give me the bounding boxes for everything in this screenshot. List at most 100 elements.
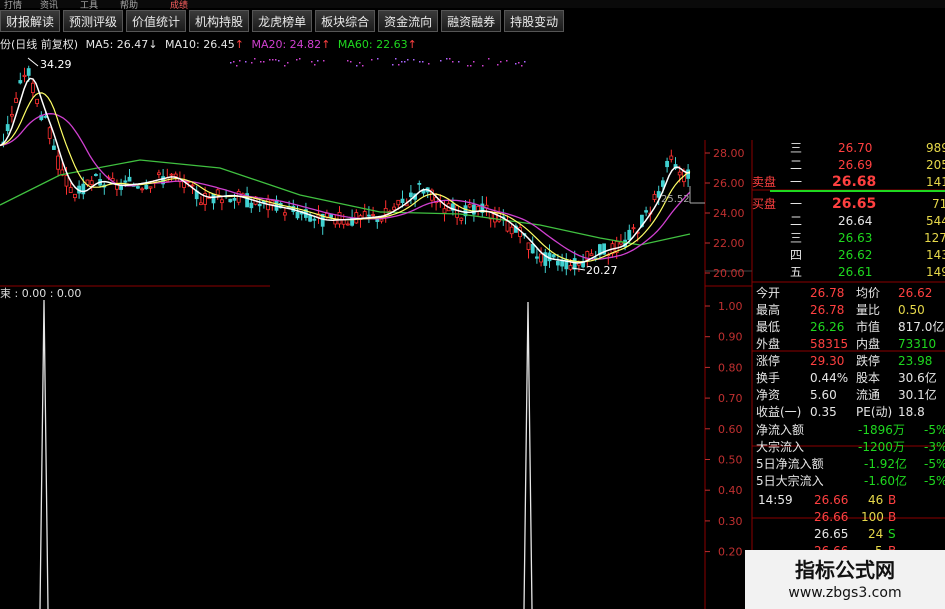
signal-dot (245, 61, 247, 63)
signal-dot (278, 60, 280, 62)
signal-dot (233, 61, 235, 63)
flow-row: 5日净流入额 -1.92亿 -5% (752, 456, 945, 473)
buy-level-5[interactable]: 五 26.61 149 (752, 264, 945, 281)
signal-dot (497, 64, 499, 66)
flow-row: 净流入额 -1896万 -5% (752, 422, 945, 439)
stat-key: 均价 (856, 286, 881, 300)
signal-dot (263, 61, 265, 63)
tick-price: 26.65 (814, 527, 849, 541)
indicator-axis-tick: 0.20 (718, 546, 743, 559)
buy-level-1[interactable]: 买盘 一 26.65 71 (752, 196, 945, 213)
signal-dot (458, 61, 460, 63)
signal-dot (392, 64, 394, 66)
signal-dot (395, 58, 397, 60)
stat-row: 涨停 29.30 跌停 23.98 (752, 353, 945, 370)
candle-body (249, 202, 254, 209)
candle-body (56, 155, 60, 170)
signal-dot (311, 61, 313, 63)
tick-price: 26.66 (814, 493, 849, 507)
candle-body (211, 193, 216, 204)
signal-dot (446, 58, 448, 60)
sell-level-3[interactable]: 三 26.70 989 (752, 140, 945, 157)
stat-value: 817.0亿 (898, 320, 945, 334)
signal-dot (284, 65, 286, 67)
signal-dot (515, 63, 517, 65)
flow-value: -1.92亿 (864, 457, 908, 471)
candle-body (94, 174, 98, 176)
price-axis-tick: 20.00 (713, 267, 745, 280)
low-price-label: 20.27 (586, 264, 618, 277)
stat-row: 最高 26.78 量比 0.50 (752, 302, 945, 319)
flow-row: 大宗流入 -1200万 -3% (752, 439, 945, 456)
stat-key: 最高 (756, 303, 781, 317)
tick-volume: 24 (868, 527, 884, 541)
sell-level-2[interactable]: 二 26.69 205 (752, 157, 945, 174)
candle-body (190, 184, 195, 187)
candle-body (505, 220, 510, 232)
stat-key: 收益(一) (756, 405, 802, 419)
candle-body (677, 171, 682, 176)
signal-dot (452, 61, 454, 63)
candle-body (535, 256, 539, 259)
signal-dot (362, 65, 364, 67)
flow-percent: -5% (924, 474, 945, 488)
stat-key: 换手 (756, 371, 781, 385)
candle-body (568, 265, 573, 270)
candle-body (509, 226, 514, 235)
tick-row: 14:59 26.66 46 B (752, 492, 945, 509)
flow-key: 5日大宗流入 (756, 474, 824, 488)
indicator-spike (39, 299, 49, 609)
candle-body (35, 98, 39, 104)
stat-key: 跌停 (856, 354, 881, 368)
indicator-axis-tick: 0.30 (718, 515, 743, 528)
candle-body (371, 214, 376, 216)
signal-dot (323, 60, 325, 62)
candle-body (228, 198, 233, 203)
stat-key: 外盘 (756, 337, 781, 351)
stat-value: 26.26 (810, 320, 845, 334)
indicator-axis-tick: 0.80 (718, 361, 743, 374)
buy-level-2[interactable]: 二 26.64 544 (752, 213, 945, 230)
signal-dot (296, 59, 298, 61)
signal-dot (404, 61, 406, 63)
indicator-spike (523, 301, 533, 609)
candle-body (396, 199, 401, 206)
candle-body (81, 183, 86, 195)
signal-dot (236, 65, 238, 67)
signal-dot (500, 61, 502, 63)
signal-dot (371, 59, 373, 61)
stat-key: 股本 (856, 371, 881, 385)
candle-body (282, 212, 287, 216)
sell-level-1[interactable]: 卖盘 一 26.68 141 (752, 174, 945, 191)
candle-body (26, 68, 31, 76)
flow-key: 净流入额 (756, 423, 805, 437)
stat-value: 0.50 (898, 303, 925, 317)
stat-key: 内盘 (856, 337, 881, 351)
stat-key: 涨停 (756, 354, 781, 368)
stat-value: 0.44% (810, 371, 849, 385)
signal-dot (482, 65, 484, 67)
stat-key: 量比 (856, 303, 881, 317)
flow-key: 大宗流入 (756, 440, 805, 454)
candle-body (89, 180, 94, 185)
candle-body (52, 145, 56, 150)
buy-level-3[interactable]: 三 26.63 1270 (752, 230, 945, 247)
candle-body (345, 223, 350, 226)
candle-body (123, 180, 128, 183)
candle-body (669, 155, 674, 160)
candle-body (530, 243, 535, 254)
candle-body (379, 218, 384, 222)
buy-level-4[interactable]: 四 26.62 143 (752, 247, 945, 264)
price-axis-tick: 24.00 (713, 207, 745, 220)
candle-body (572, 258, 577, 270)
signal-dot (272, 59, 274, 61)
candle-body (392, 206, 397, 211)
candle-body (556, 260, 560, 266)
signal-dot (506, 60, 508, 62)
candle-body (442, 208, 447, 214)
candle-body (459, 217, 464, 221)
candle-body (644, 210, 648, 213)
stat-key: 最低 (756, 320, 781, 334)
stat-key: 市值 (856, 320, 881, 334)
signal-dot (440, 60, 442, 62)
